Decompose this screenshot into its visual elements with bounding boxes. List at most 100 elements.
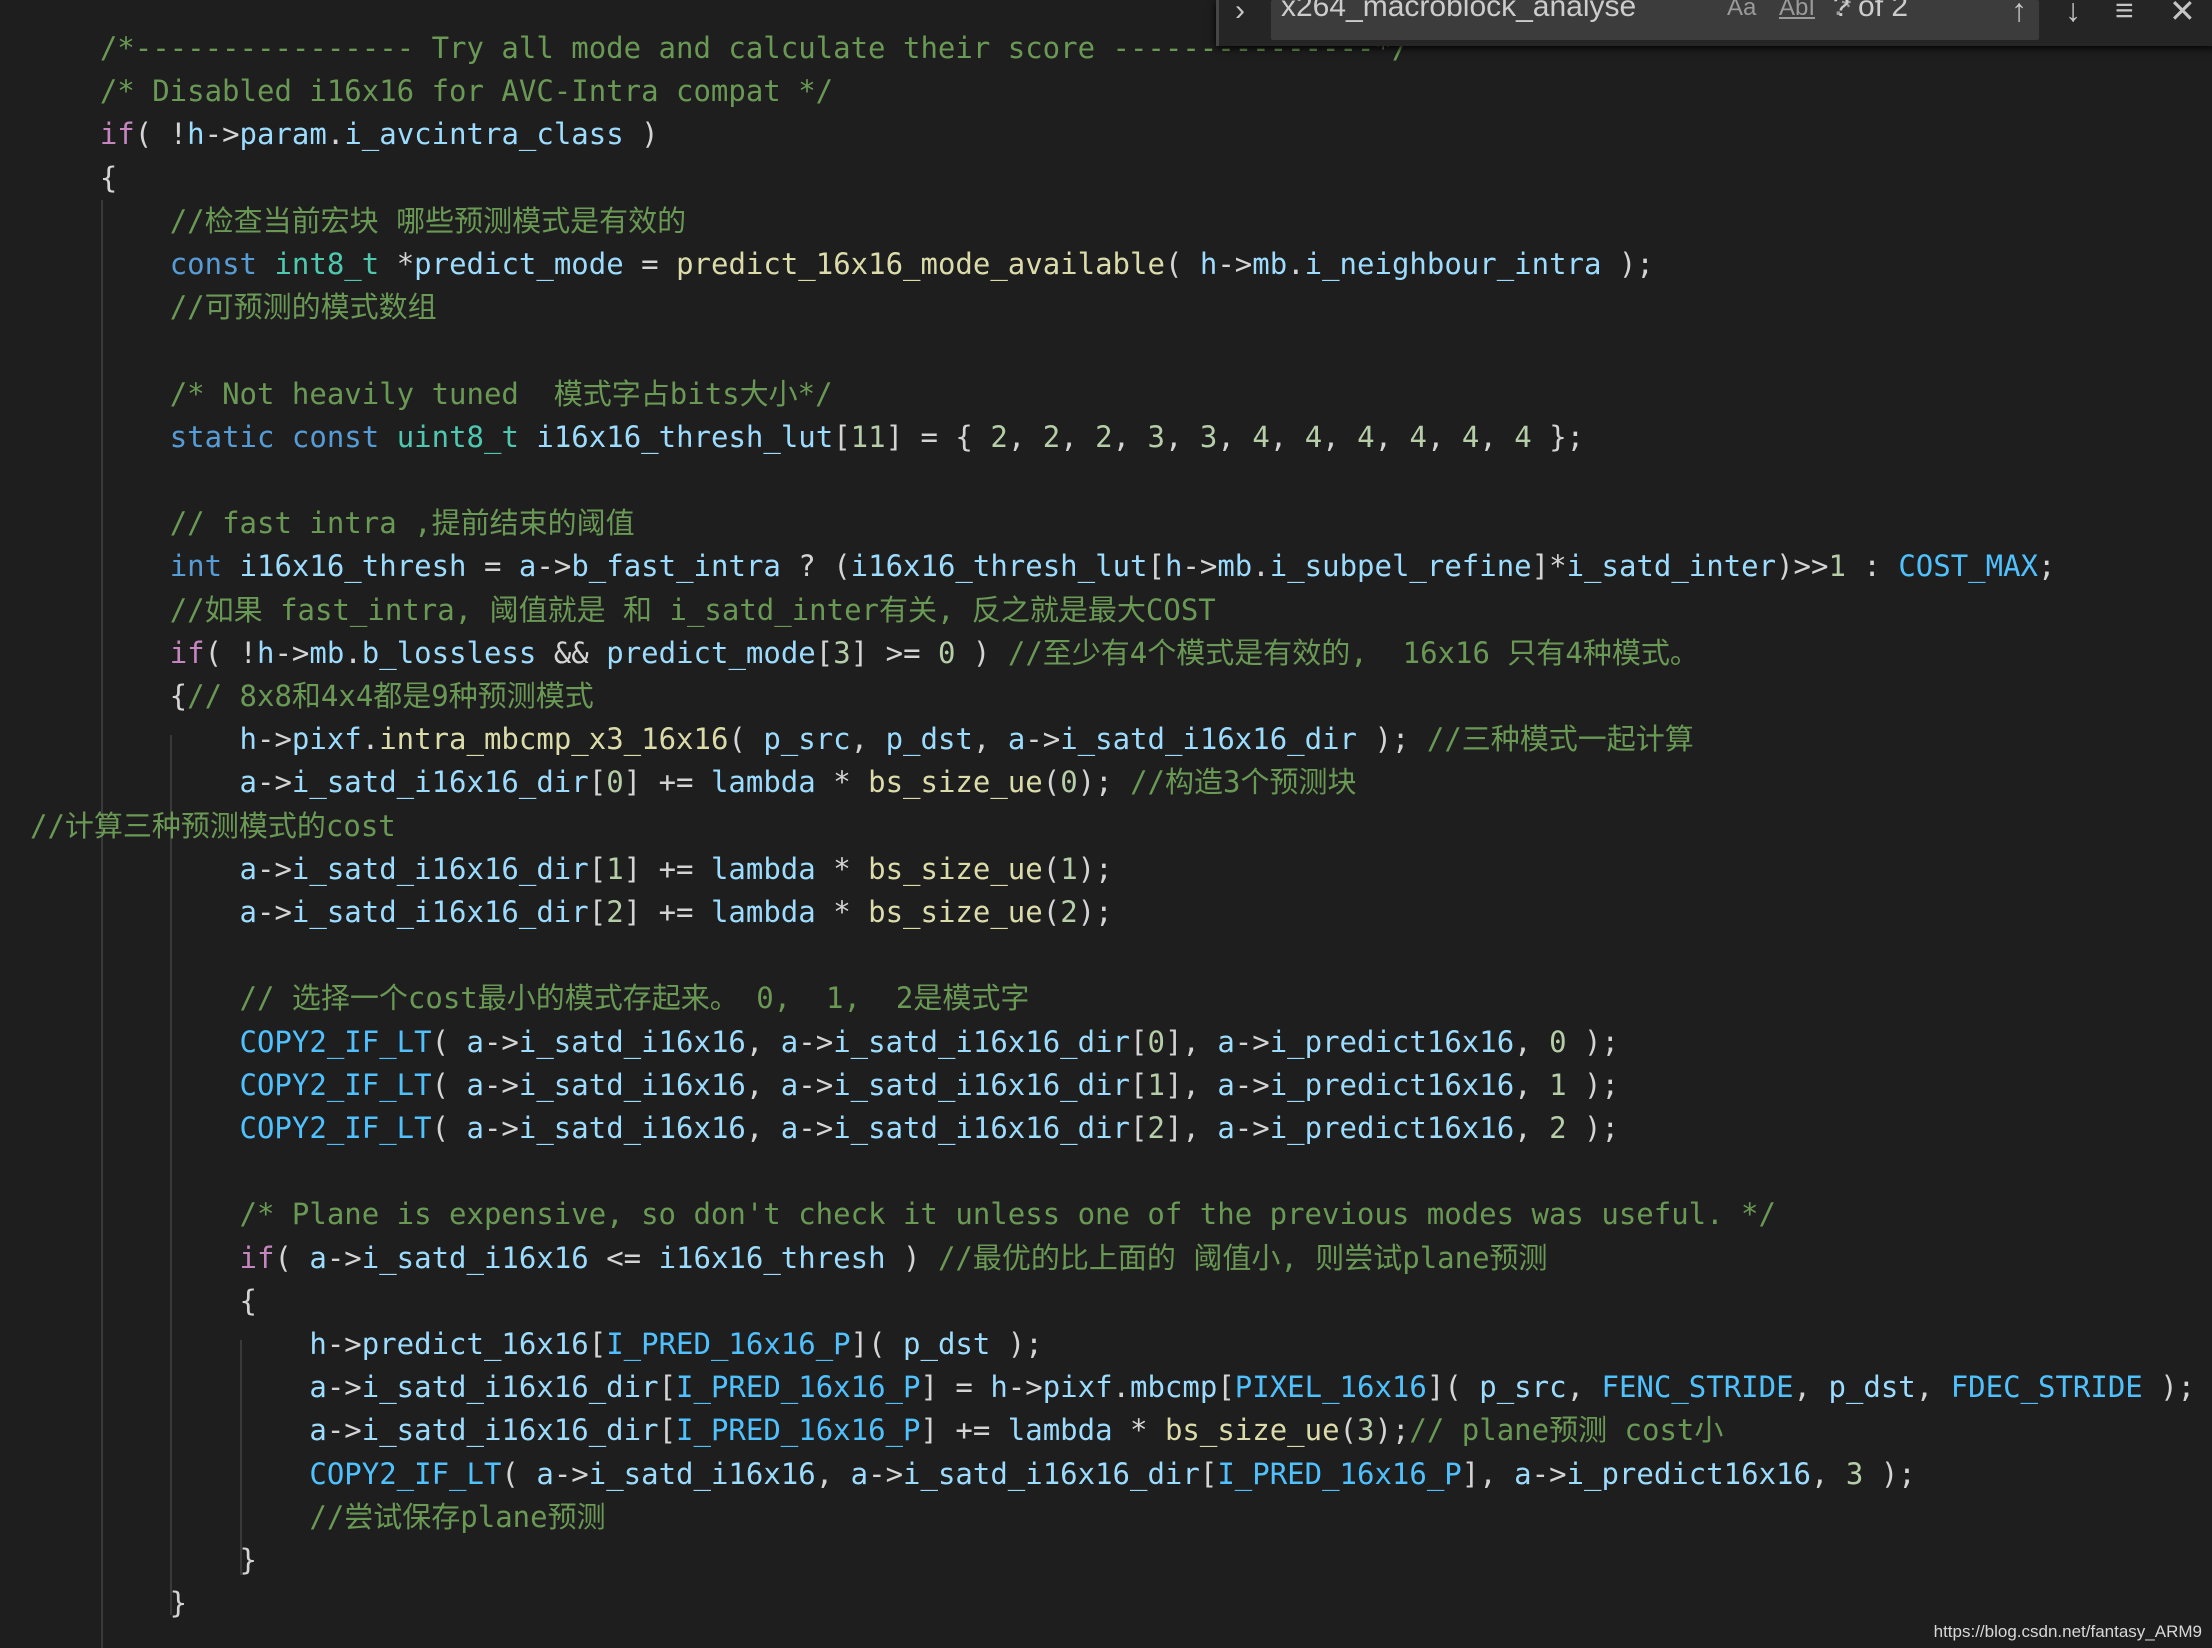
code-token: ( xyxy=(1042,895,1061,929)
code-token: // 8x8和4x4都是9种预测模式 xyxy=(187,679,594,713)
code-token: I_PRED_16x16_P xyxy=(676,1413,921,1448)
code-token: ] = xyxy=(920,1370,991,1405)
code-line: a->i_satd_i16x16_dir[0] += lambda * bs_s… xyxy=(30,761,1357,804)
code-token: ( ! xyxy=(134,117,188,152)
code-token: i_satd_i16x16 xyxy=(518,1111,746,1145)
code-token: b_fast_intra xyxy=(571,549,781,584)
code-token: . xyxy=(344,635,362,670)
code-line: if( a->i_satd_i16x16 <= i16x16_thresh ) … xyxy=(30,1237,1548,1280)
code-token: 4 xyxy=(1357,419,1375,454)
code-line: a->i_satd_i16x16_dir[I_PRED_16x16_P] = h… xyxy=(30,1366,2195,1409)
code-token: 2 xyxy=(1095,419,1113,454)
code-line: a->i_satd_i16x16_dir[I_PRED_16x16_P] += … xyxy=(30,1409,1723,1452)
code-token: //检查当前宏块 哪些预测模式是有效的 xyxy=(169,203,687,238)
code-token: //构造3个预测块 xyxy=(1130,765,1357,800)
code-token: -> xyxy=(1531,1456,1567,1491)
code-token: a xyxy=(1514,1456,1532,1491)
code-token: i_predict16x16 xyxy=(1269,1067,1515,1102)
code-token: -> xyxy=(1217,247,1253,281)
code-token: ); xyxy=(1077,895,1113,929)
find-input[interactable]: x264_macroblock_analyse Aa AbI .* xyxy=(1271,0,2039,40)
code-token: predict_mode xyxy=(414,247,624,281)
code-token: && xyxy=(536,635,607,670)
code-token: ) xyxy=(623,117,659,152)
arrow-down-icon[interactable]: ↓ xyxy=(2065,0,2081,29)
code-token: <= xyxy=(588,1240,659,1275)
code-line: // fast intra ,提前结束的阈值 xyxy=(30,502,635,545)
code-token: if xyxy=(99,117,135,152)
code-line: //检查当前宏块 哪些预测模式是有效的 xyxy=(30,200,686,243)
code-token: h xyxy=(1164,549,1183,584)
code-line: if( !h->param.i_avcintra_class ) xyxy=(30,113,659,156)
code-token: [ xyxy=(588,895,607,929)
code-token: [ xyxy=(588,851,607,886)
code-token: a xyxy=(1007,722,1026,757)
code-token: bs_size_ue xyxy=(868,895,1043,929)
code-token: ], xyxy=(1461,1456,1515,1491)
code-token: bs_size_ue xyxy=(868,851,1043,886)
code-line: h->pixf.intra_mbcmp_x3_16x16( p_src, p_d… xyxy=(30,718,1694,761)
chevron-right-icon[interactable]: › xyxy=(1235,0,1245,28)
code-token: -> xyxy=(256,895,292,929)
code-token: 11 xyxy=(850,419,886,454)
code-editor[interactable]: /*---------------- Try all mode and calc… xyxy=(0,0,2212,1648)
code-token: ); xyxy=(2142,1370,2196,1405)
close-icon[interactable]: ✕ xyxy=(2169,0,2196,30)
code-line: } xyxy=(30,1539,257,1582)
code-token: 2 xyxy=(1042,419,1061,454)
code-token: } xyxy=(30,1586,188,1621)
code-line: COPY2_IF_LT( a->i_satd_i16x16, a->i_satd… xyxy=(30,1064,1619,1107)
code-token: i_satd_i16x16_dir xyxy=(1060,722,1358,757)
code-token: ( xyxy=(728,722,764,757)
code-token: ] += xyxy=(623,851,711,886)
match-case-toggle[interactable]: Aa xyxy=(1727,0,1756,22)
code-token: // 选择一个cost最小的模式存起来。 0, 1, 2是模式字 xyxy=(239,981,1030,1016)
code-token: = xyxy=(466,549,519,584)
code-token: i_satd_i16x16 xyxy=(361,1240,589,1275)
code-token: 1 xyxy=(1549,1067,1567,1102)
code-token: uint8_t xyxy=(396,419,519,454)
code-token: i_satd_i16x16_dir xyxy=(291,895,589,929)
code-line: a->i_satd_i16x16_dir[1] += lambda * bs_s… xyxy=(30,848,1113,891)
code-token: a xyxy=(518,549,537,584)
code-token: 4 xyxy=(1461,419,1480,454)
code-token: [ xyxy=(1217,1370,1235,1405)
code-token: -> xyxy=(798,1024,834,1059)
code-token: i_satd_i16x16 xyxy=(518,1067,746,1102)
code-token: ) xyxy=(955,635,1008,670)
code-token: i_predict16x16 xyxy=(1269,1111,1515,1145)
code-token: p_src xyxy=(763,722,851,757)
lines-icon[interactable]: ≡ xyxy=(2115,0,2134,29)
arrow-up-icon[interactable]: ↑ xyxy=(2011,0,2027,29)
code-line: //如果 fast_intra, 阈值就是 和 i_satd_inter有关, … xyxy=(30,589,1216,632)
code-token: mbcmp xyxy=(1130,1370,1218,1405)
code-token: , xyxy=(1112,419,1148,454)
code-token: h xyxy=(309,1327,327,1361)
code-token: -> xyxy=(326,1370,362,1405)
code-token: -> xyxy=(204,117,240,152)
code-token: -> xyxy=(798,1111,834,1145)
code-token: COPY2_IF_LT xyxy=(239,1111,432,1145)
code-token: ); xyxy=(1566,1024,1619,1059)
code-token: a xyxy=(780,1067,799,1102)
code-token: i_satd_i16x16_dir xyxy=(291,765,589,800)
code-token: , xyxy=(745,1024,781,1059)
code-line: } xyxy=(30,1582,187,1625)
code-token: i_satd_i16x16_dir xyxy=(833,1067,1130,1102)
code-token: , xyxy=(1915,1370,1951,1405)
code-token: -> xyxy=(274,635,310,670)
code-token: -> xyxy=(536,549,572,584)
code-token: 2 xyxy=(1060,895,1078,929)
code-token: mb xyxy=(309,635,345,670)
code-token: i_predict16x16 xyxy=(1269,1024,1515,1059)
whole-word-toggle[interactable]: AbI xyxy=(1779,0,1815,22)
code-token: ( ! xyxy=(204,635,257,670)
code-token: /*---------------- Try all mode and calc… xyxy=(99,31,1410,65)
